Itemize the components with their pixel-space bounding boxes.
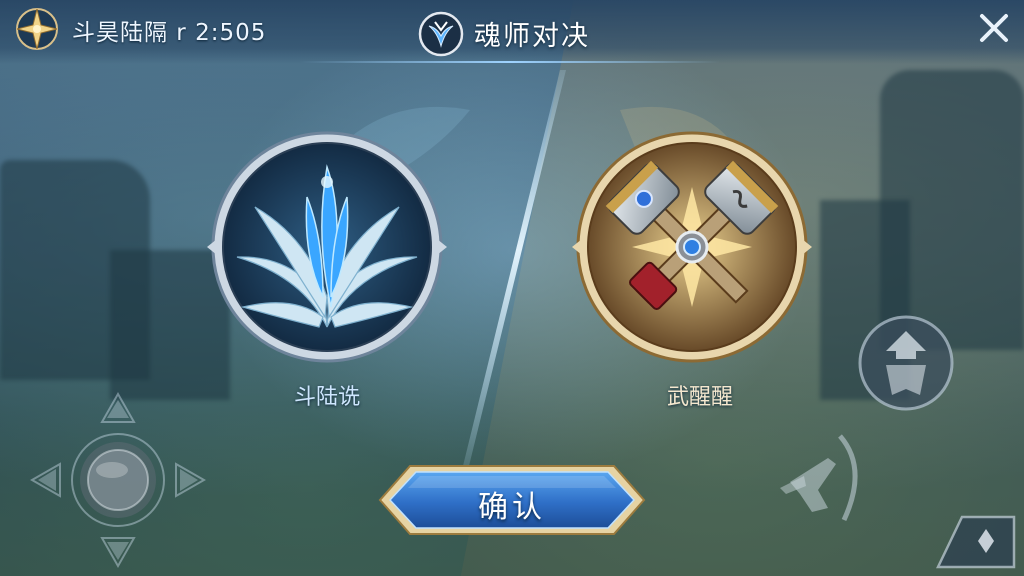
wing-crest-icon	[417, 10, 465, 58]
top-divider	[300, 61, 720, 63]
star-emblem-icon[interactable]	[14, 6, 60, 52]
skill-button[interactable]	[856, 313, 956, 413]
arrow-shield-skill-icon	[858, 315, 954, 411]
diamond-corner-icon	[936, 515, 1016, 569]
confirm-button[interactable]: 确认	[376, 462, 648, 538]
confirm-label: 确认	[478, 490, 546, 525]
virtual-joystick-icon	[29, 391, 207, 569]
close-button[interactable]	[974, 8, 1014, 48]
choice-crossed-hammers[interactable]	[572, 127, 812, 367]
virtual-joystick[interactable]	[29, 391, 207, 569]
choice-label-right: 武醒醒	[666, 385, 733, 410]
corner-action-button[interactable]	[934, 511, 1018, 571]
ice-blue-silver-grass-icon	[207, 131, 447, 363]
close-icon	[980, 14, 1008, 42]
mode-title: 魂师对决	[474, 21, 590, 52]
horn-attack-icon	[780, 434, 858, 522]
crossed-hammers-icon	[572, 131, 812, 363]
attack-button[interactable]	[770, 428, 870, 528]
rank-text: 斗昊陆隔 r 2:505	[72, 20, 267, 46]
choice-label-left: 斗陆诜	[293, 385, 360, 410]
choice-blue-silver-grass[interactable]	[207, 127, 447, 367]
